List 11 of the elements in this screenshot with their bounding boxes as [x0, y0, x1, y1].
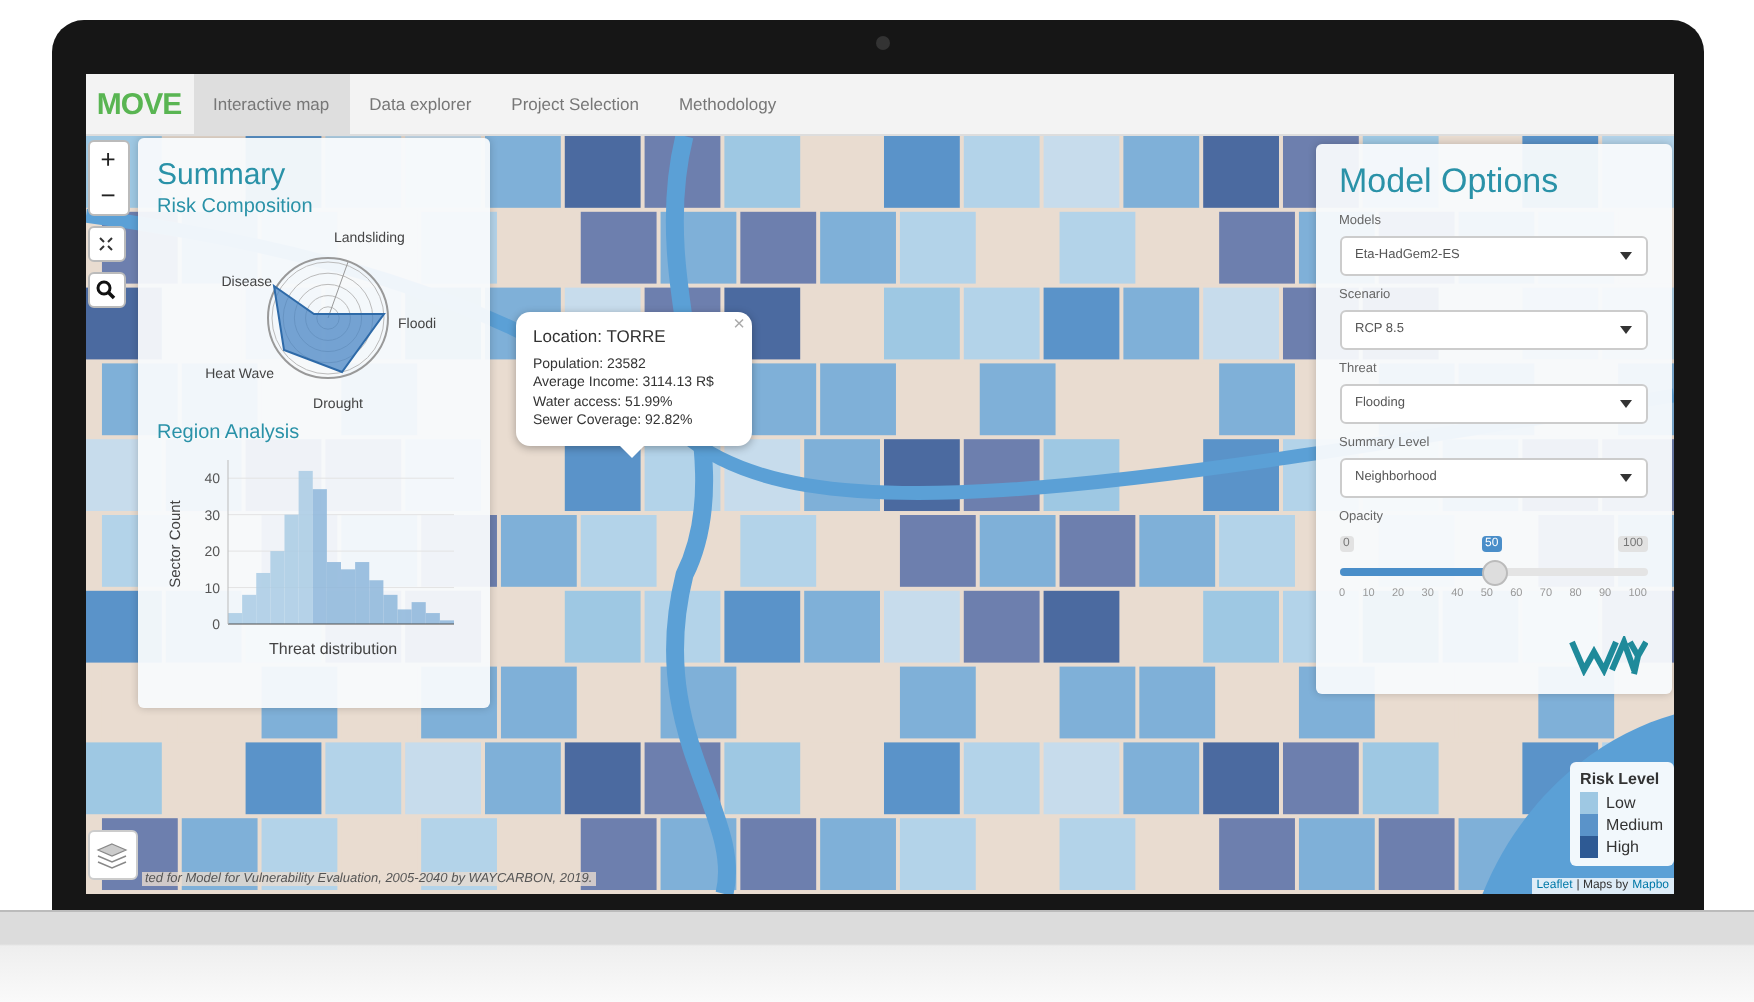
- panel-title: Model Options: [1339, 162, 1561, 202]
- legend-title: Risk Level: [1580, 770, 1662, 788]
- axis-label: Threat distribution: [266, 640, 400, 659]
- section-heading: Region Analysis: [157, 422, 302, 445]
- legend-label: High: [1606, 838, 1639, 856]
- popup-title: Location: TORRE: [533, 326, 668, 346]
- panel-title: Summary: [157, 158, 288, 193]
- app-logo: MOVE: [94, 85, 184, 125]
- legend-label: Medium: [1606, 816, 1663, 834]
- section-heading: Risk Composition: [157, 196, 315, 219]
- legend-label: Low: [1606, 794, 1636, 812]
